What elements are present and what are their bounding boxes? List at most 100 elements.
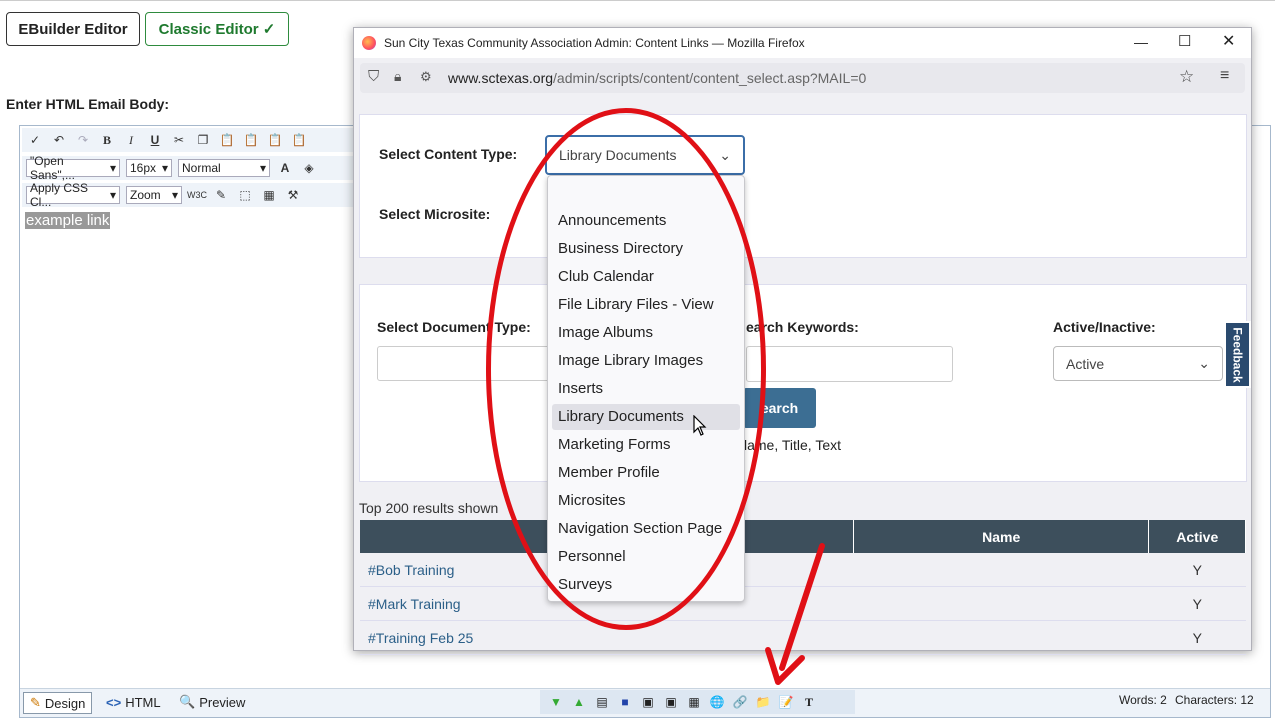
dropdown-option[interactable]: Surveys [552, 572, 740, 598]
maximize-icon[interactable]: ☐ [1178, 32, 1191, 50]
dropdown-option[interactable]: Navigation Section Page [552, 516, 740, 542]
keywords-label: earch Keywords: [746, 319, 859, 335]
dropdown-option[interactable]: Personnel [552, 544, 740, 570]
search-button[interactable]: earch [743, 388, 816, 428]
dropdown-option[interactable]: Club Calendar [552, 264, 740, 290]
editor-toolbar-row1: ✓ ↶ ↷ B I U ✂ ❐ 📋 📋 📋 📋 [22, 128, 356, 152]
preview-mode-tab[interactable]: 🔍 Preview [173, 692, 251, 712]
zoom-value: Zoom [130, 188, 161, 202]
dropdown-option[interactable]: Image Library Images [552, 348, 740, 374]
select-all-icon[interactable]: ⬚ [236, 186, 254, 204]
undo-icon[interactable]: ↶ [50, 131, 68, 149]
table-icon[interactable]: ▤ [594, 694, 610, 710]
active-select[interactable]: Active ⌄ [1053, 346, 1223, 381]
bold-icon[interactable]: B [98, 131, 116, 149]
name-column-header[interactable]: Name [853, 520, 1150, 553]
document-type-select[interactable] [377, 346, 557, 381]
html-label: HTML [125, 694, 161, 710]
arrow-down-icon[interactable]: ▼ [548, 694, 564, 710]
template-icon[interactable]: 📝 [778, 694, 794, 710]
shield-icon[interactable]: ⛉ [368, 68, 379, 85]
dropdown-option[interactable]: Member Profile [552, 460, 740, 486]
dropdown-option[interactable]: Microsites [552, 488, 740, 514]
dropdown-option[interactable]: Image Albums [552, 320, 740, 346]
paste-icon[interactable]: 📋 [218, 131, 236, 149]
underline-icon[interactable]: U [146, 131, 164, 149]
chevron-down-icon: ▾ [161, 161, 168, 175]
character-count: Characters: 12 [1175, 693, 1254, 707]
dropdown-option[interactable]: Marketing Forms [552, 432, 740, 458]
search-fields-hint: lame, Title, Text [744, 437, 842, 453]
copy-icon[interactable]: ❐ [194, 131, 212, 149]
bookmark-star-icon[interactable]: ☆ [1179, 67, 1194, 87]
clean-html-icon[interactable]: ⚒ [284, 186, 302, 204]
active-column-header[interactable]: Active [1148, 520, 1246, 553]
chevron-down-icon: ⌄ [719, 146, 731, 163]
permissions-icon[interactable]: ⚙ [420, 69, 432, 85]
image-manager-icon[interactable]: ▦ [686, 694, 702, 710]
format-select[interactable]: Normal ▾ [178, 159, 270, 177]
results-caption: Top 200 results shown [359, 500, 499, 516]
ebuilder-editor-button[interactable]: EBuilder Editor [6, 12, 140, 46]
format-value: Normal [182, 161, 221, 175]
dropdown-option[interactable]: File Library Files - View [552, 292, 740, 318]
document-manager-icon[interactable]: 📁 [755, 694, 771, 710]
menu-icon[interactable]: ≡ [1220, 67, 1229, 85]
close-icon[interactable]: ✕ [1222, 31, 1235, 51]
selected-link-text[interactable]: example link [25, 212, 111, 229]
w3c-validate-icon[interactable]: W3C [187, 186, 207, 204]
minimize-icon[interactable]: — [1134, 34, 1148, 50]
editor-toolbar-row2: "Open Sans",... ▾ 16px ▾ Normal ▾ A ◈ [22, 154, 356, 182]
module-manager-icon[interactable]: ▦ [260, 186, 278, 204]
active-value: Active [1066, 355, 1105, 372]
media-icon[interactable]: ▣ [663, 694, 679, 710]
chevron-down-icon: ▾ [109, 161, 116, 175]
zoom-select[interactable]: Zoom ▾ [126, 186, 182, 204]
highlight-color-icon[interactable]: ◈ [300, 159, 318, 177]
dropdown-option[interactable]: Announcements [552, 208, 740, 234]
url-bar[interactable]: ⛉ 🔒︎ ⚙ www.sctexas.org/admin/scripts/con… [360, 63, 1245, 93]
chevron-down-icon: ▾ [109, 188, 116, 202]
content-type-select[interactable]: Library Documents ⌄ [545, 135, 745, 175]
video-icon[interactable]: ■ [617, 694, 633, 710]
chevron-down-icon: ▾ [171, 188, 178, 202]
format-stripper-icon[interactable]: ✎ [212, 186, 230, 204]
mouse-cursor-icon [693, 415, 707, 436]
cut-icon[interactable]: ✂ [170, 131, 188, 149]
text-box-icon[interactable]: T [801, 694, 817, 710]
design-label: Design [44, 695, 86, 711]
html-mode-tab[interactable]: <> HTML [100, 692, 167, 712]
paste-html-icon[interactable]: 📋 [290, 131, 308, 149]
css-class-select[interactable]: Apply CSS Cl... ▾ [26, 181, 120, 209]
redo-icon[interactable]: ↷ [74, 131, 92, 149]
dropdown-option[interactable]: Inserts [552, 376, 740, 402]
editor-toolbar-row3: Apply CSS Cl... ▾ Zoom ▾ W3C ✎ ⬚ ▦ ⚒ [22, 181, 356, 209]
font-family-value: "Open Sans",... [30, 154, 75, 182]
paste-text-icon[interactable]: 📋 [242, 131, 260, 149]
font-size-select[interactable]: 16px ▾ [126, 159, 172, 177]
url-bar-container: ⛉ 🔒︎ ⚙ www.sctexas.org/admin/scripts/con… [360, 63, 1245, 93]
hyperlink-manager-icon[interactable]: 🌐 [709, 694, 725, 710]
font-family-select[interactable]: "Open Sans",... ▾ [26, 154, 120, 182]
dropdown-option[interactable]: Business Directory [552, 236, 740, 262]
italic-icon[interactable]: I [122, 131, 140, 149]
feedback-tab[interactable]: Feedback [1224, 321, 1251, 388]
flash-icon[interactable]: ▣ [640, 694, 656, 710]
spellcheck-icon[interactable]: ✓ [26, 131, 44, 149]
paste-word-icon[interactable]: 📋 [266, 131, 284, 149]
lock-icon[interactable]: 🔒︎ [394, 68, 401, 85]
dropdown-option-selected[interactable]: Library Documents [552, 404, 740, 430]
classic-editor-button[interactable]: Classic Editor ✓ [145, 12, 289, 46]
design-mode-tab[interactable]: ✎ Design [23, 692, 93, 714]
active-label: Active/Inactive: [1053, 319, 1156, 335]
font-color-icon[interactable]: A [276, 159, 294, 177]
keywords-input[interactable] [746, 346, 953, 382]
microsite-label: Select Microsite: [379, 206, 491, 222]
active-cell: Y [1148, 553, 1246, 587]
content-link-icon[interactable]: 🔗 [732, 694, 748, 710]
window-titlebar: Sun City Texas Community Association Adm… [354, 28, 1251, 58]
chevron-down-icon: ▾ [259, 161, 266, 175]
url-host: www.sctexas.org [448, 70, 554, 86]
arrow-up-icon[interactable]: ▲ [571, 694, 587, 710]
preview-label: Preview [199, 694, 246, 710]
